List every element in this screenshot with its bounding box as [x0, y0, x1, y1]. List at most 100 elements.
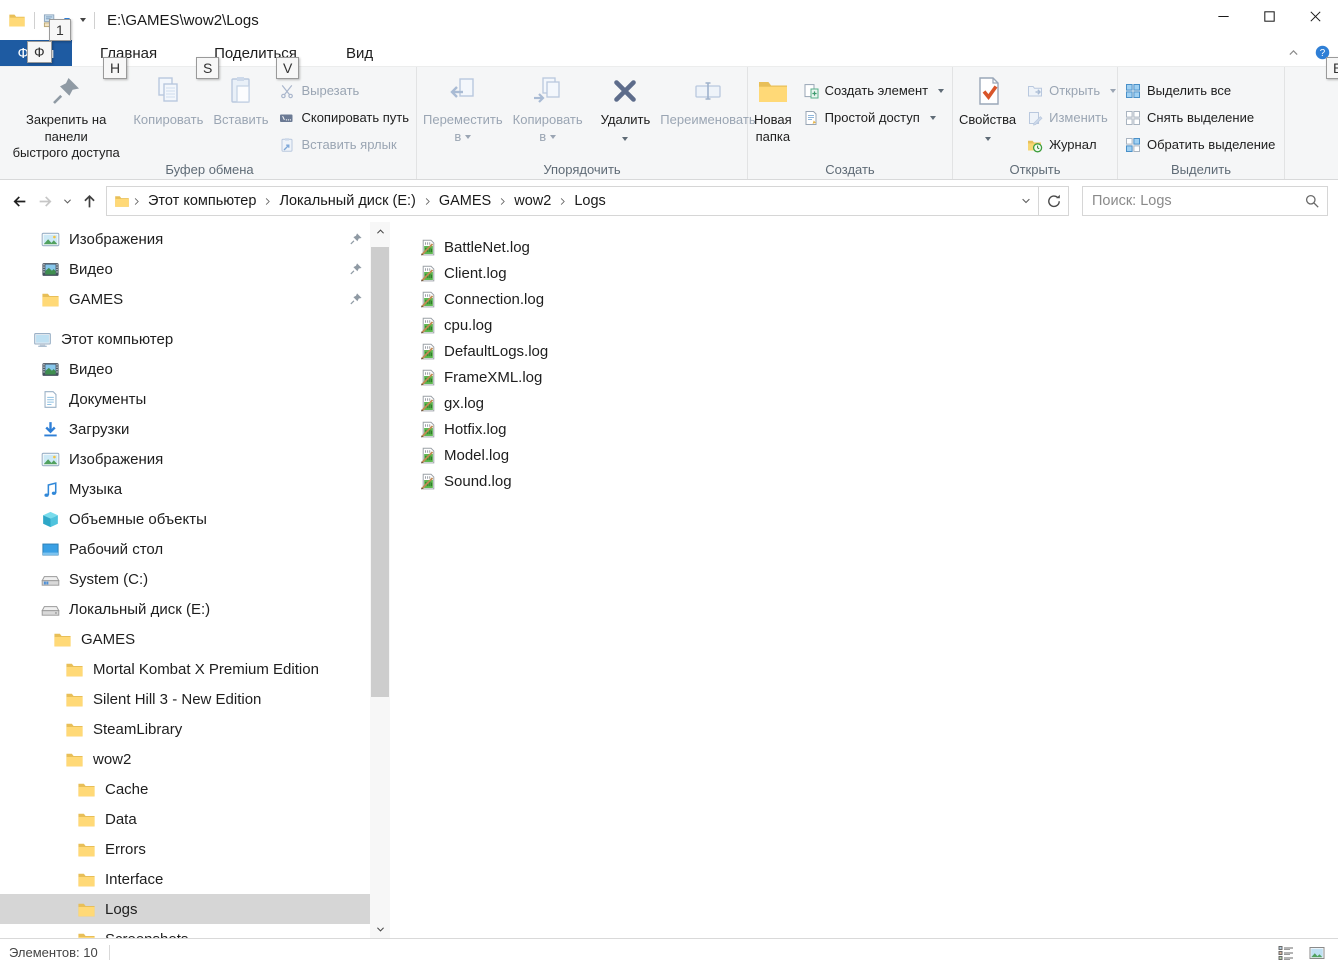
rename-button[interactable]: Переименовать — [655, 69, 760, 129]
sidebar-item-desktop[interactable]: Рабочий стол — [0, 534, 370, 564]
breadcrumb-logs[interactable]: Logs — [567, 193, 612, 209]
file-item-hotfix-log[interactable]: Hotfix.log — [420, 416, 1336, 442]
sidebar-item-games-pinned[interactable]: GAMES — [0, 284, 370, 314]
up-arrow-icon — [81, 193, 98, 210]
move-to-button[interactable]: Переместить в — [418, 69, 508, 145]
tab-home[interactable]: Главная — [75, 40, 182, 66]
breadcrumb-this-pc[interactable]: Этот компьютер — [141, 193, 263, 209]
file-item-sound-log[interactable]: Sound.log — [420, 468, 1336, 494]
copy-icon — [152, 75, 184, 107]
copy-to-button[interactable]: Копировать в — [508, 69, 588, 145]
cut-button[interactable]: Вырезать — [273, 77, 415, 104]
keytip-qat: 1 — [49, 19, 71, 41]
paste-shortcut-button[interactable]: Вставить ярлык — [273, 131, 415, 158]
customize-qat-button[interactable] — [76, 11, 86, 29]
sidebar-item-wow2[interactable]: wow2 — [0, 744, 370, 774]
select-none-button[interactable]: Снять выделение — [1119, 104, 1281, 131]
back-button[interactable] — [6, 186, 32, 216]
open-button[interactable]: Открыть — [1021, 77, 1122, 104]
sidebar-item-pictures[interactable]: Изображения — [0, 444, 370, 474]
breadcrumb-wow2[interactable]: wow2 — [507, 193, 558, 209]
forward-button[interactable] — [32, 186, 58, 216]
sidebar-item-games[interactable]: GAMES — [0, 624, 370, 654]
address-dropdown-button[interactable] — [1014, 187, 1038, 215]
collapse-ribbon-button[interactable] — [1287, 46, 1300, 64]
sidebar-item-screenshots-clipped[interactable]: Screenshots — [0, 924, 370, 938]
file-item-cpu-log[interactable]: cpu.log — [420, 312, 1336, 338]
sidebar-item-pictures-pinned[interactable]: Изображения — [0, 224, 370, 254]
sidebar-item-downloads[interactable]: Загрузки — [0, 414, 370, 444]
scissors-icon — [279, 83, 295, 99]
sidebar-item-interface[interactable]: Interface — [0, 864, 370, 894]
select-all-button[interactable]: Выделить все — [1119, 77, 1281, 104]
refresh-icon — [1046, 193, 1062, 209]
refresh-button[interactable] — [1039, 186, 1069, 216]
history-button[interactable]: Журнал — [1021, 131, 1122, 158]
sidebar-item-silent-hill[interactable]: Silent Hill 3 - New Edition — [0, 684, 370, 714]
new-item-button[interactable]: Создать элемент — [797, 77, 950, 104]
file-item-framexml-log[interactable]: FrameXML.log — [420, 364, 1336, 390]
file-item-client-log[interactable]: Client.log — [420, 260, 1336, 286]
edit-button[interactable]: Изменить — [1021, 104, 1122, 131]
close-button[interactable] — [1292, 0, 1338, 32]
chevron-down-icon — [938, 89, 944, 93]
sidebar-item-documents[interactable]: Документы — [0, 384, 370, 414]
sidebar-item-errors[interactable]: Errors — [0, 834, 370, 864]
file-item-gx-log[interactable]: gx.log — [420, 390, 1336, 416]
file-item-model-log[interactable]: Model.log — [420, 442, 1336, 468]
copy-path-button[interactable]: Скопировать путь — [273, 104, 415, 131]
sidebar-scrollbar[interactable] — [370, 222, 390, 938]
select-none-icon — [1125, 110, 1141, 126]
breadcrumb-games[interactable]: GAMES — [432, 193, 498, 209]
sidebar-item-local-disk-e[interactable]: Локальный диск (E:) — [0, 594, 370, 624]
minimize-button[interactable] — [1200, 0, 1246, 32]
recent-locations-button[interactable] — [58, 186, 76, 216]
pin-icon — [349, 232, 363, 246]
pin-to-quick-access-button[interactable]: Закрепить на панели быстрого доступа — [4, 69, 128, 162]
keytip-view-tab: V — [276, 57, 299, 79]
folder-icon — [65, 750, 84, 769]
tab-view[interactable]: Вид — [329, 40, 390, 66]
sidebar-item-this-pc[interactable]: Этот компьютер — [0, 324, 370, 354]
maximize-button[interactable] — [1246, 0, 1292, 32]
item-count: Элементов: 10 — [9, 945, 98, 960]
address-breadcrumb-bar[interactable]: Этот компьютер Локальный диск (E:) GAMES… — [106, 186, 1039, 216]
sidebar-item-music[interactable]: Музыка — [0, 474, 370, 504]
scroll-down-arrow[interactable] — [370, 920, 390, 938]
sidebar-item-3d-objects[interactable]: Объемные объекты — [0, 504, 370, 534]
thumbnails-view-button[interactable] — [1304, 942, 1330, 963]
sidebar-item-data[interactable]: Data — [0, 804, 370, 834]
file-item-battlenet-log[interactable]: BattleNet.log — [420, 234, 1336, 260]
sidebar-item-videos-pinned[interactable]: Видео — [0, 254, 370, 284]
log-file-icon — [420, 473, 437, 490]
chevron-down-icon — [985, 137, 991, 141]
sidebar-item-videos[interactable]: Видео — [0, 354, 370, 384]
scrollbar-thumb[interactable] — [371, 247, 389, 697]
titlebar-divider — [34, 12, 35, 29]
search-box[interactable]: Поиск: Logs — [1082, 186, 1328, 216]
pin-icon — [349, 262, 363, 276]
properties-button[interactable]: Свойства — [954, 69, 1021, 145]
details-view-button[interactable] — [1273, 942, 1299, 963]
sidebar-item-system-c[interactable]: System (C:) — [0, 564, 370, 594]
sidebar-item-mortal-kombat[interactable]: Mortal Kombat X Premium Edition — [0, 654, 370, 684]
file-item-connection-log[interactable]: Connection.log — [420, 286, 1336, 312]
new-folder-button[interactable]: Новая папка — [749, 69, 797, 145]
sidebar-item-logs-selected[interactable]: Logs — [0, 894, 370, 924]
scroll-up-arrow[interactable] — [370, 222, 390, 240]
delete-button[interactable]: Удалить — [596, 69, 656, 145]
invert-selection-button[interactable]: Обратить выделение — [1119, 131, 1281, 158]
chevron-down-icon — [930, 116, 936, 120]
sidebar-item-steamlibrary[interactable]: SteamLibrary — [0, 714, 370, 744]
sidebar-item-cache[interactable]: Cache — [0, 774, 370, 804]
log-file-icon — [420, 265, 437, 282]
search-placeholder: Поиск: Logs — [1092, 193, 1304, 209]
group-label-clipboard: Буфер обмена — [3, 162, 416, 177]
file-item-defaultlogs-log[interactable]: DefaultLogs.log — [420, 338, 1336, 364]
breadcrumb-drive-e[interactable]: Локальный диск (E:) — [272, 193, 422, 209]
keytip-home-tab: H — [103, 57, 127, 79]
up-button[interactable] — [76, 186, 102, 216]
easy-access-button[interactable]: Простой доступ — [797, 104, 950, 131]
chevron-down-icon — [622, 137, 628, 141]
titlebar: E:\GAMES\wow2\Logs — [0, 0, 1338, 40]
